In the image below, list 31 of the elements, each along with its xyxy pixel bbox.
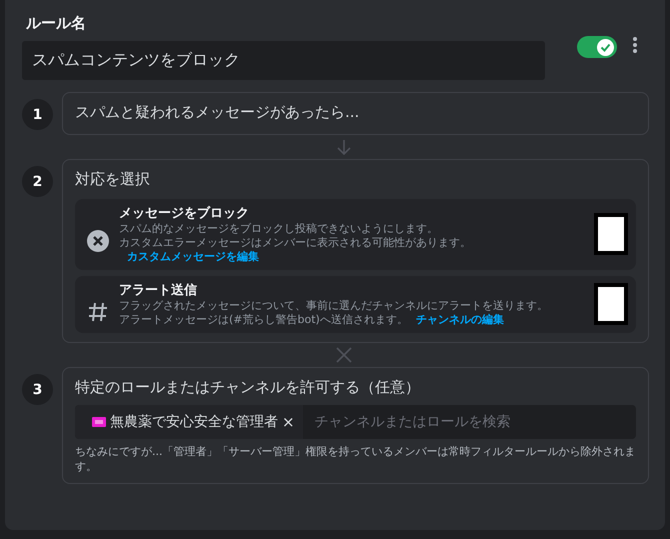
hashtag-icon (87, 301, 109, 323)
step-number: 2 (22, 166, 53, 197)
action-description: フラッグされたメッセージについて、事前に選んだチャンネルにアラートを送ります。 (119, 299, 549, 313)
step-title: 対応を選択 (75, 169, 151, 190)
enable-toggle[interactable] (577, 36, 617, 58)
hint-text: ちなみにですが...「管理者」「サーバー管理」権限を持っているメンバーは常時フィルタールールから除外されます。 (75, 444, 636, 474)
arrow-down-icon (337, 139, 351, 155)
action-description: スパム的なメッセージをブロックし投稿できないようにします。 (119, 222, 439, 236)
edit-link[interactable]: チャンネルの編集 (416, 313, 504, 326)
action-title: アラート送信 (119, 282, 198, 299)
cross-icon (336, 347, 352, 363)
action-title: メッセージをブロック (119, 204, 250, 222)
trigger-text: スパムと疑われるメッセージがあったら... (75, 102, 360, 123)
step-number: 1 (22, 99, 53, 130)
step-title: 特定のロールまたはチャンネルを許可する（任意） (75, 377, 421, 397)
action-note: カスタムエラーメッセージはメンバーに表示される可能性があります。 カスタムメッセージを編集 (119, 236, 472, 264)
rule-name-field[interactable]: スパムコンテンツをブロック (22, 41, 545, 80)
close-icon (87, 230, 109, 252)
rule-name-label: ルール名 (26, 14, 87, 33)
role-icon (92, 417, 106, 427)
more-options-icon[interactable] (633, 37, 637, 53)
role-name: 無農薬で安心安全な管理者 (110, 413, 278, 431)
step-number: 3 (22, 374, 53, 405)
role-search-field[interactable]: 無農薬で安心安全な管理者 × チャンネルまたはロールを検索 (75, 405, 636, 439)
remove-tag-button[interactable]: × (282, 413, 295, 431)
blank-panel (594, 283, 628, 325)
blank-panel (594, 213, 628, 255)
check-icon (600, 42, 611, 52)
edit-link[interactable]: カスタムメッセージを編集 (127, 250, 259, 263)
action-note: アラートメッセージは(#荒らし警告bot)へ送信されます。 チャンネルの編集 (119, 313, 505, 327)
role-tag[interactable]: 無農薬で安心安全な管理者 × (75, 405, 303, 439)
